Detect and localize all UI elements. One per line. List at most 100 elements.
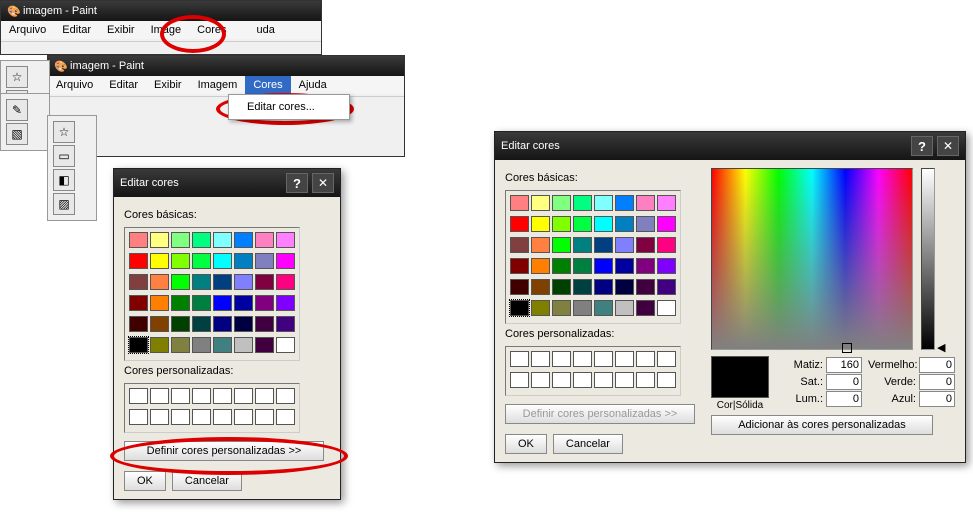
color-swatch[interactable] <box>594 258 613 274</box>
color-swatch[interactable] <box>192 316 211 332</box>
color-swatch[interactable] <box>615 195 634 211</box>
color-swatch[interactable] <box>531 279 550 295</box>
color-swatch[interactable] <box>573 300 592 316</box>
color-swatch[interactable] <box>171 295 190 311</box>
color-swatch[interactable] <box>276 295 295 311</box>
color-swatch[interactable] <box>192 337 211 353</box>
color-swatch[interactable] <box>255 295 274 311</box>
color-swatch[interactable] <box>636 195 655 211</box>
color-swatch[interactable] <box>129 295 148 311</box>
custom-color-swatch[interactable] <box>213 388 232 404</box>
color-swatch[interactable] <box>276 253 295 269</box>
menu-item-editar-cores[interactable]: Editar cores... <box>229 98 349 116</box>
tool-select[interactable]: ▭ <box>53 145 75 167</box>
color-swatch[interactable] <box>192 232 211 248</box>
custom-color-swatch[interactable] <box>234 409 253 425</box>
color-swatch[interactable] <box>531 216 550 232</box>
color-swatch[interactable] <box>594 237 613 253</box>
color-swatch[interactable] <box>150 253 169 269</box>
custom-color-swatch[interactable] <box>573 372 592 388</box>
color-swatch[interactable] <box>594 279 613 295</box>
color-swatch[interactable] <box>171 337 190 353</box>
color-swatch[interactable] <box>615 300 634 316</box>
custom-color-swatch[interactable] <box>276 409 295 425</box>
color-swatch[interactable] <box>552 237 571 253</box>
input-matiz[interactable] <box>826 357 862 373</box>
color-swatch[interactable] <box>150 337 169 353</box>
color-swatch[interactable] <box>636 216 655 232</box>
close-button[interactable]: ✕ <box>312 173 334 193</box>
custom-color-swatch[interactable] <box>615 351 634 367</box>
custom-color-swatch[interactable] <box>192 388 211 404</box>
color-swatch[interactable] <box>573 237 592 253</box>
tool-fill[interactable]: ▨ <box>53 193 75 215</box>
custom-color-swatch[interactable] <box>192 409 211 425</box>
color-swatch[interactable] <box>657 237 676 253</box>
color-swatch[interactable] <box>615 258 634 274</box>
color-spectrum[interactable] <box>711 168 913 350</box>
color-swatch[interactable] <box>213 316 232 332</box>
color-swatch[interactable] <box>213 253 232 269</box>
color-swatch[interactable] <box>171 232 190 248</box>
custom-color-swatch[interactable] <box>171 388 190 404</box>
custom-color-swatch[interactable] <box>213 409 232 425</box>
color-swatch[interactable] <box>615 279 634 295</box>
tool-pencil[interactable]: ✎ <box>6 99 28 121</box>
color-swatch[interactable] <box>636 279 655 295</box>
color-swatch[interactable] <box>276 232 295 248</box>
custom-color-swatch[interactable] <box>150 409 169 425</box>
color-swatch[interactable] <box>636 300 655 316</box>
menu-exibir[interactable]: Exibir <box>146 76 190 94</box>
color-swatch[interactable] <box>171 253 190 269</box>
color-swatch[interactable] <box>171 274 190 290</box>
input-sat[interactable] <box>826 374 862 390</box>
color-swatch[interactable] <box>552 279 571 295</box>
color-swatch[interactable] <box>594 195 613 211</box>
custom-color-swatch[interactable] <box>615 372 634 388</box>
color-swatch[interactable] <box>150 232 169 248</box>
color-swatch[interactable] <box>552 258 571 274</box>
color-swatch[interactable] <box>213 232 232 248</box>
custom-color-swatch[interactable] <box>510 351 529 367</box>
color-swatch[interactable] <box>150 316 169 332</box>
color-swatch[interactable] <box>129 232 148 248</box>
color-swatch[interactable] <box>636 237 655 253</box>
define-custom-colors-button[interactable]: Definir cores personalizadas >> <box>124 441 324 461</box>
custom-color-swatch[interactable] <box>255 388 274 404</box>
color-swatch[interactable] <box>510 258 529 274</box>
color-swatch[interactable] <box>531 195 550 211</box>
color-swatch[interactable] <box>171 316 190 332</box>
color-swatch[interactable] <box>657 195 676 211</box>
color-swatch[interactable] <box>615 237 634 253</box>
custom-color-swatch[interactable] <box>531 372 550 388</box>
color-swatch[interactable] <box>594 216 613 232</box>
color-swatch[interactable] <box>531 300 550 316</box>
color-swatch[interactable] <box>636 258 655 274</box>
color-swatch[interactable] <box>657 300 676 316</box>
color-swatch[interactable] <box>255 232 274 248</box>
custom-color-swatch[interactable] <box>531 351 550 367</box>
color-swatch[interactable] <box>192 274 211 290</box>
menu-arquivo[interactable]: Arquivo <box>1 21 54 39</box>
color-swatch[interactable] <box>594 300 613 316</box>
menu-arquivo[interactable]: Arquivo <box>48 76 101 94</box>
custom-color-swatch[interactable] <box>552 372 571 388</box>
color-swatch[interactable] <box>276 337 295 353</box>
color-swatch[interactable] <box>510 195 529 211</box>
color-swatch[interactable] <box>213 295 232 311</box>
color-swatch[interactable] <box>573 195 592 211</box>
color-swatch[interactable] <box>255 337 274 353</box>
color-swatch[interactable] <box>234 337 253 353</box>
color-swatch[interactable] <box>657 258 676 274</box>
menu-ajuda-trunc[interactable]: uda <box>248 21 282 39</box>
menu-imagem[interactable]: Imagem <box>190 76 246 94</box>
color-swatch[interactable] <box>150 274 169 290</box>
color-swatch[interactable] <box>552 216 571 232</box>
color-swatch[interactable] <box>213 337 232 353</box>
color-swatch[interactable] <box>276 316 295 332</box>
color-swatch[interactable] <box>510 300 529 316</box>
tool-eraser[interactable]: ◧ <box>53 169 75 191</box>
color-swatch[interactable] <box>573 258 592 274</box>
custom-color-swatch[interactable] <box>255 409 274 425</box>
color-swatch[interactable] <box>531 237 550 253</box>
